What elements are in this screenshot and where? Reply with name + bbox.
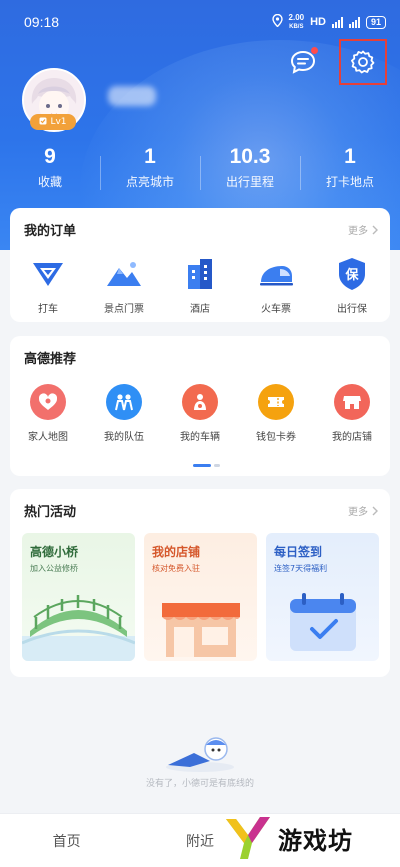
orders-card: 我的订单 更多 打车 景点门票 酒店 火车票 保 出行保 [10,208,390,322]
recommend-title: 高德推荐 [24,352,77,367]
recommend-family-map[interactable]: 家人地图 [10,384,86,443]
stats-row: 9 收藏 1 点亮城市 10.3 出行里程 1 打卡地点 [0,142,400,202]
order-tickets[interactable]: 景点门票 [86,256,162,315]
coupon-icon [258,384,294,420]
recommend-wallet[interactable]: 钱包卡券 [238,384,314,443]
recommend-vehicle[interactable]: 我的车辆 [162,384,238,443]
activity-store[interactable]: 我的店铺 核对免费入驻 [144,533,257,661]
mountain-icon [106,256,142,292]
stat-mileage[interactable]: 10.3 出行里程 [200,142,300,202]
car-owner-icon [182,384,218,420]
stat-checkins[interactable]: 1 打卡地点 [300,142,400,202]
mascot-illustration [160,731,240,777]
status-bar: 09:18 2.00 KB/S HD 91 [0,0,400,44]
watermark: 游戏坊 [222,812,400,864]
activity-title: 高德小桥 [30,545,79,559]
hd-indicator: HD [310,16,326,28]
order-label: 火车票 [261,304,291,315]
order-hotel[interactable]: 酒店 [162,256,238,315]
stat-label: 打卡地点 [325,175,374,189]
activity-title: 每日签到 [274,545,323,559]
recommend-card: 高德推荐 家人地图 我的队伍 我的车辆 钱包卡券 我的店铺 [10,336,390,476]
calendar-illustration [290,593,356,651]
recommend-store[interactable]: 我的店铺 [314,384,390,443]
chevron-right-icon [372,506,378,515]
store-icon [334,384,370,420]
more-label: 更多 [348,226,368,237]
stat-value: 1 [344,145,356,168]
speed-value: 2.00 [288,12,305,22]
signal-icon [331,16,343,28]
recommend-label: 我的店铺 [332,432,372,443]
network-speed: 2.00 KB/S [288,12,305,31]
level-icon [39,117,47,128]
message-button[interactable] [288,47,318,77]
activity-subtitle: 连签7天得福利 [274,564,328,573]
signal-icon-2 [348,16,360,28]
recommend-label: 我的车辆 [180,432,220,443]
status-time: 09:18 [24,14,60,30]
order-label: 出行保 [337,304,367,315]
speed-unit: KB/S [289,23,304,30]
stat-value: 9 [44,145,56,168]
activities-more-link[interactable]: 更多 [348,503,378,518]
stat-label: 收藏 [37,175,62,189]
watermark-logo [226,817,270,859]
stat-label: 点亮城市 [125,175,174,189]
bridge-illustration [22,595,135,661]
watermark-text: 游戏坊 [278,826,353,855]
recommend-team[interactable]: 我的队伍 [86,384,162,443]
page-indicator [193,464,220,467]
end-of-list-note: 没有了，小德可是有底线的 [145,779,254,789]
activities-card: 热门活动 更多 高德小桥 加入公益修桥 我的店铺 核对免费入驻 每日签到 连签7… [10,489,390,677]
order-label: 酒店 [190,304,210,315]
activity-subtitle: 核对免费入驻 [152,564,200,573]
team-icon [106,384,142,420]
chevron-right-icon [372,225,378,234]
order-taxi[interactable]: 打车 [10,256,86,315]
more-label: 更多 [348,507,368,518]
stat-value: 10.3 [229,145,271,168]
username-blurred [108,86,156,106]
recommend-label: 家人地图 [28,432,68,443]
train-icon [258,256,294,292]
stat-favorites[interactable]: 9 收藏 [0,142,100,202]
battery-icon: 91 [365,15,386,29]
storefront-illustration [162,603,240,657]
level-text: Lv1 [50,117,67,127]
recommend-label: 我的队伍 [104,432,144,443]
hotel-icon [182,256,218,292]
level-badge: Lv1 [30,114,76,130]
order-label: 景点门票 [104,304,144,315]
recommend-label: 钱包卡券 [256,432,296,443]
orders-more-link[interactable]: 更多 [348,222,378,237]
activity-subtitle: 加入公益修桥 [30,564,78,573]
nav-home[interactable]: 首页 [0,814,133,867]
activity-bridge[interactable]: 高德小桥 加入公益修桥 [22,533,135,661]
location-icon [271,13,283,30]
settings-button[interactable] [339,39,387,85]
family-map-icon [30,384,66,420]
svg-text:保: 保 [344,267,359,283]
unread-dot [311,47,318,54]
stat-cities[interactable]: 1 点亮城市 [100,142,200,202]
order-train[interactable]: 火车票 [238,256,314,315]
order-insurance[interactable]: 保 出行保 [314,256,390,315]
order-label: 打车 [38,304,58,315]
activity-title: 我的店铺 [152,545,201,559]
shield-icon: 保 [334,256,370,292]
stat-value: 1 [144,145,156,168]
activity-checkin[interactable]: 每日签到 连签7天得福利 [266,533,379,661]
activities-title: 热门活动 [24,505,77,520]
gear-icon [351,50,375,74]
stat-label: 出行里程 [225,175,274,189]
taxi-icon [30,256,66,292]
orders-title: 我的订单 [24,224,77,239]
